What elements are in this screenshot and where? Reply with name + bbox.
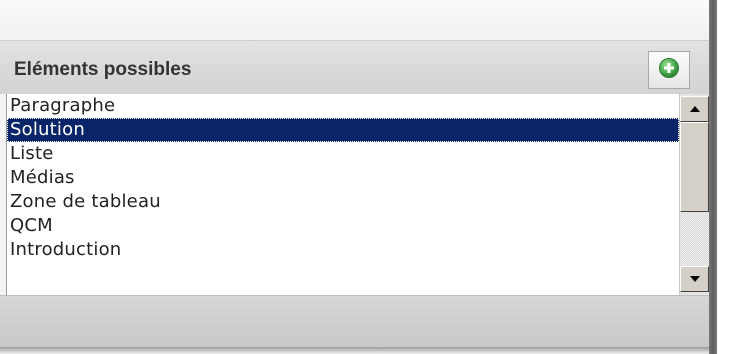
scroll-down-button[interactable] [680, 266, 709, 292]
plus-circle-icon [658, 57, 680, 84]
list-item-introduction[interactable]: Introduction [7, 238, 679, 262]
list-item-solution[interactable]: Solution [7, 118, 679, 142]
scroll-up-button[interactable] [680, 96, 709, 122]
outside-area [717, 0, 731, 354]
window-right-border [709, 0, 717, 354]
top-area [0, 0, 709, 40]
list-item-zone-de-tableau[interactable]: Zone de tableau [7, 190, 679, 214]
arrow-up-icon [689, 100, 701, 118]
list-item-liste[interactable]: Liste [7, 142, 679, 166]
list-items: Paragraphe Solution Liste Médias Zone de… [7, 94, 679, 295]
panel-footer [0, 295, 709, 347]
list-item-medias[interactable]: Médias [7, 166, 679, 190]
vertical-scrollbar[interactable] [679, 94, 709, 295]
arrow-down-icon [689, 270, 701, 288]
bottom-border [0, 347, 709, 354]
panel-title: Eléments possibles [14, 59, 192, 80]
panel-header: Eléments possibles [0, 40, 709, 94]
list-item-qcm[interactable]: QCM [7, 214, 679, 238]
elements-listbox[interactable]: Paragraphe Solution Liste Médias Zone de… [6, 94, 709, 295]
add-element-button[interactable] [648, 51, 690, 89]
scrollbar-thumb[interactable] [680, 122, 709, 212]
list-item-paragraphe[interactable]: Paragraphe [7, 94, 679, 118]
